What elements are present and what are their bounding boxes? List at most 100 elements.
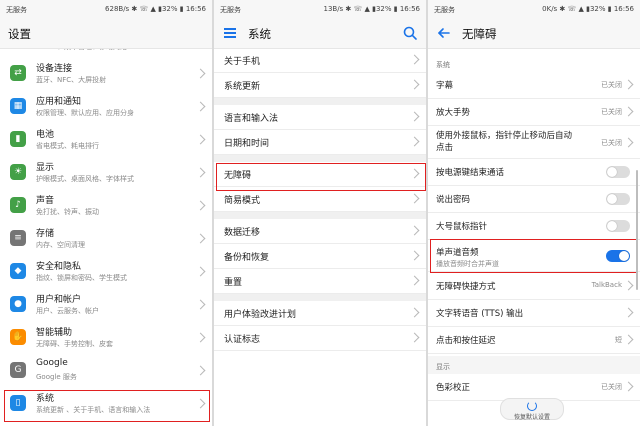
chevron-right-icon [409, 275, 420, 286]
chevron-right-icon [195, 266, 206, 277]
group-divider [214, 294, 426, 301]
system-item-label: 重置 [224, 278, 243, 288]
storage-icon: ≡ [10, 230, 26, 246]
status-bar: 无服务 628B/s ✱ ☏ ▲ ▮32% ▮ 16:56 [0, 0, 212, 18]
chevron-right-icon [409, 193, 420, 204]
scrollbar[interactable] [636, 170, 638, 290]
google-icon: G [10, 362, 26, 378]
status-indicators: 0K/s ✱ ☏ ▲ ▮32% ▮ 16:56 [542, 5, 634, 13]
section-header-display: 显示 [428, 356, 640, 374]
mono-audio-toggle[interactable] [606, 250, 630, 262]
settings-item-6[interactable]: ♪ 声音 免打扰、铃声、振动 [0, 189, 212, 222]
chevron-right-icon [195, 134, 206, 145]
hand-icon: ✋ [10, 329, 26, 345]
system-item-4-0[interactable]: 用户体验改进计划 [214, 301, 426, 326]
settings-item-subtitle: 免打扰、铃声、振动 [36, 208, 99, 216]
settings-item-5[interactable]: ☀ 显示 护眼模式、桌面风格、字体样式 [0, 156, 212, 189]
row-speak-passwords: 说出密码 [428, 186, 640, 213]
settings-header: 设置 [0, 18, 212, 49]
system-item-2-0[interactable]: 无障碍 [214, 162, 426, 187]
chevron-right-icon [409, 307, 420, 318]
menu-icon[interactable] [224, 28, 236, 38]
settings-item-title: 存储 [36, 229, 55, 239]
restore-defaults-button[interactable]: 恢复默认设置 [500, 398, 564, 421]
section-header-system: 系统 [436, 61, 450, 69]
row-accessibility-shortcut[interactable]: 无障碍快捷方式 TalkBack [428, 273, 640, 300]
system-item-1-1[interactable]: 日期和时间 [214, 130, 426, 155]
settings-item-7[interactable]: ≡ 存储内存、空间清理 [0, 222, 212, 255]
chevron-right-icon [409, 79, 420, 90]
row-auto-click[interactable]: 使用外接鼠标，指针停止移动后自动点击 已关闭 [428, 126, 640, 159]
group-divider [214, 212, 426, 219]
settings-item-subtitle: 用户、云服务、帐户 [36, 307, 99, 315]
phone-icon: ▯ [10, 395, 26, 411]
group-divider [214, 155, 426, 162]
display-icon: ☀ [10, 164, 26, 180]
shield-icon: ◆ [10, 263, 26, 279]
settings-item-title: 智能辅助 [36, 328, 73, 338]
settings-item-2[interactable]: ⇄ 设备连接 蓝牙、NFC、大屏投射 [0, 57, 212, 90]
system-item-3-1[interactable]: 备份和恢复 [214, 244, 426, 269]
chevron-right-icon [623, 381, 634, 392]
row-power-ends-call: 按电源键结束通话 [428, 159, 640, 186]
chevron-right-icon [195, 365, 206, 376]
row-captions[interactable]: 字幕 已关闭 [428, 72, 640, 99]
system-item-4-1[interactable]: 认证标志 [214, 326, 426, 351]
settings-item-subtitle: 指纹、锁屏和密码、学生模式 [36, 274, 127, 282]
chevron-right-icon [623, 307, 634, 318]
user-icon: ● [10, 296, 26, 312]
settings-item-subtitle: 内存、空间清理 [36, 241, 85, 249]
chevron-right-icon [195, 332, 206, 343]
settings-item-12[interactable]: ▯ 系统 系统更新 、关于手机、语言和输入法 [0, 387, 212, 420]
settings-item-10[interactable]: ✋ 智能辅助 无障碍、手势控制、皮套 [0, 321, 212, 354]
chevron-right-icon [409, 332, 420, 343]
power-ends-call-toggle[interactable] [606, 166, 630, 178]
sound-icon: ♪ [10, 197, 26, 213]
chevron-right-icon [409, 225, 420, 236]
page-title: 无障碍 [462, 27, 497, 41]
back-arrow-icon[interactable] [436, 25, 452, 41]
system-item-3-2[interactable]: 重置 [214, 269, 426, 294]
system-header: 系统 [214, 18, 426, 49]
large-pointer-toggle[interactable] [606, 220, 630, 232]
status-indicators: 628B/s ✱ ☏ ▲ ▮32% ▮ 16:56 [105, 5, 206, 13]
chevron-right-icon [623, 137, 634, 148]
settings-item-subtitle: Google 服务 [36, 373, 77, 381]
chevron-right-icon [195, 233, 206, 244]
link-icon: ⇄ [10, 65, 26, 81]
row-color-correction[interactable]: 色彩校正 已关闭 [428, 374, 640, 401]
system-item-0-0[interactable]: 关于手机 [214, 48, 426, 73]
refresh-icon [527, 401, 537, 411]
system-item-label: 关于手机 [224, 57, 261, 67]
chevron-right-icon [623, 106, 634, 117]
row-touch-hold-delay[interactable]: 点击和按住延迟 短 [428, 327, 640, 354]
system-item-2-1[interactable]: 简易模式 [214, 187, 426, 212]
settings-item-11[interactable]: G Google Google 服务 [0, 354, 212, 387]
search-icon[interactable] [402, 25, 418, 41]
speak-passwords-toggle[interactable] [606, 193, 630, 205]
row-magnification[interactable]: 放大手势 已关闭 [428, 99, 640, 126]
settings-item-subtitle: 护眼模式、桌面风格、字体样式 [36, 175, 134, 183]
settings-item-title: 设备连接 [36, 64, 73, 74]
settings-item-title: Google [36, 358, 68, 368]
settings-item-4[interactable]: ▮ 电池 省电模式、耗电排行 [0, 123, 212, 156]
settings-item-title: 电池 [36, 130, 55, 140]
system-item-3-0[interactable]: 数据迁移 [214, 219, 426, 244]
settings-item-9[interactable]: ● 用户和帐户用户、云服务、帐户 [0, 288, 212, 321]
chevron-right-icon [195, 68, 206, 79]
system-item-0-1[interactable]: 系统更新 [214, 73, 426, 98]
row-tts-output[interactable]: 文字转语音 (TTS) 输出 [428, 300, 640, 327]
chevron-right-icon [195, 398, 206, 409]
chevron-right-icon [195, 167, 206, 178]
settings-item-3[interactable]: ▦ 应用和通知 权限管理、默认应用、应用分身 [0, 90, 212, 123]
settings-panel: ≈WLAN和网络WLAN、双卡管理、移动网络⇄设备连接蓝牙、NFC、大屏投射▦应… [0, 0, 212, 426]
settings-item-title: 用户和帐户 [36, 295, 82, 305]
settings-item-8[interactable]: ◆ 安全和隐私 指纹、锁屏和密码、学生模式 [0, 255, 212, 288]
accessibility-header: 无障碍 [428, 18, 640, 49]
system-item-label: 用户体验改进计划 [224, 310, 297, 320]
chevron-right-icon [409, 250, 420, 261]
battery-icon: ▮ [10, 131, 26, 147]
system-item-1-0[interactable]: 语言和输入法 [214, 105, 426, 130]
status-bar: 无服务 0K/s ✱ ☏ ▲ ▮32% ▮ 16:56 [428, 0, 640, 18]
system-panel: 无服务 13B/s ✱ ☏ ▲ ▮32% ▮ 16:56 系统 关于手机 系统更新… [214, 0, 426, 426]
